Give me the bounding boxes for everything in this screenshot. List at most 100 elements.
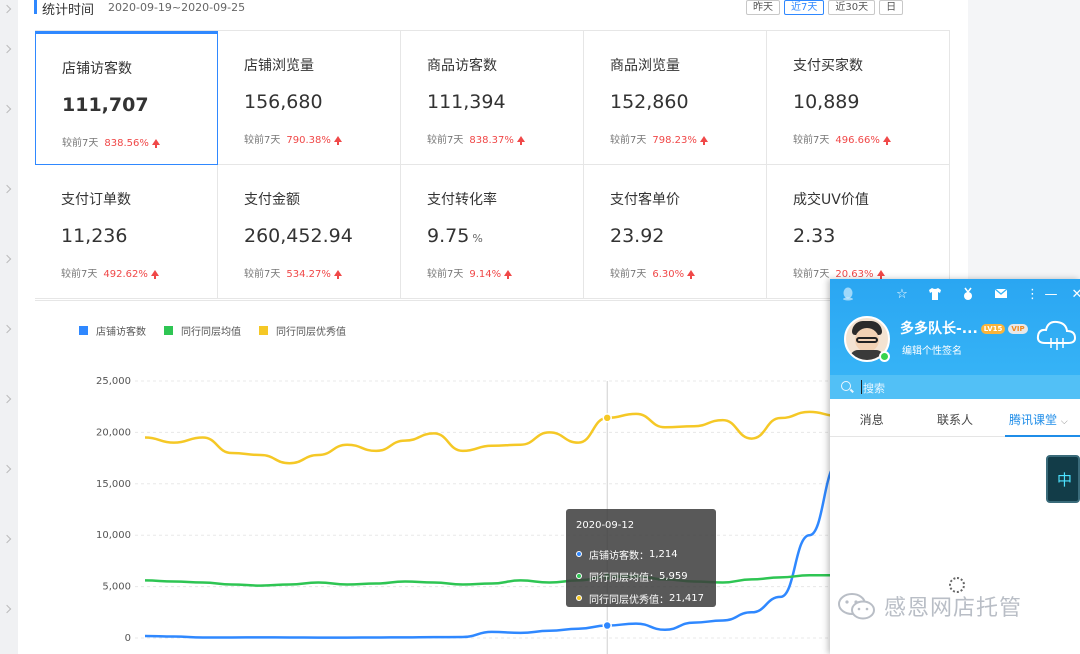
qq-title-left <box>840 286 873 304</box>
star-icon[interactable]: ☆ <box>894 287 910 303</box>
metric-card[interactable]: 支付客单价 23.92 较前7天 6.30% <box>584 165 767 299</box>
signature-field[interactable]: 编辑个性签名 <box>902 342 962 357</box>
y-tick-label: 20,000 <box>96 427 131 438</box>
metric-cards: 店铺访客数 111,707 较前7天 838.56% 店铺浏览量 156,680 … <box>35 30 950 299</box>
compare-label: 较前7天 <box>610 135 647 146</box>
minimize-icon[interactable]: — <box>1043 287 1059 303</box>
metric-card[interactable]: 商品浏览量 152,860 较前7天 798.23% <box>584 31 767 165</box>
period-7days-button[interactable]: 近7天 <box>784 0 825 15</box>
tab-contacts[interactable]: 联系人 <box>913 399 996 436</box>
series-line-0[interactable] <box>144 374 926 639</box>
tab-messages[interactable]: 消息 <box>830 399 913 436</box>
tooltip-value: 1,214 <box>649 548 678 560</box>
line-chart[interactable]: 0 5,000 10,000 15,000 20,000 25,000 <box>35 301 950 654</box>
y-tick-label: 15,000 <box>96 479 131 490</box>
metric-card[interactable]: 支付订单数 11,236 较前7天 492.62% <box>35 165 218 299</box>
metric-value-number: 9.75 <box>427 225 470 247</box>
metric-compare: 较前7天 790.38% <box>244 131 342 146</box>
metric-label: 支付金额 <box>244 192 300 208</box>
chevron-icon <box>2 254 12 264</box>
metric-label: 支付订单数 <box>61 192 131 208</box>
qq-search-bar[interactable]: 搜索 <box>830 375 1080 399</box>
close-icon[interactable]: ✕ <box>1069 287 1080 303</box>
more-icon[interactable]: ⋮ <box>1026 287 1039 303</box>
metric-value: 152,860 <box>610 91 689 113</box>
arrow-up-icon <box>876 270 885 279</box>
metric-card[interactable]: 支付金额 260,452.94 较前7天 534.27% <box>218 165 401 299</box>
change-percent: 9.14% <box>469 269 502 280</box>
mail-icon[interactable] <box>993 287 1009 303</box>
arrow-up-icon <box>882 136 891 145</box>
metric-compare: 较前7天 20.63% <box>793 265 885 280</box>
change-percent: 492.62% <box>103 269 148 280</box>
title-accent-bar <box>34 0 37 14</box>
metric-value: 2.33 <box>793 225 836 247</box>
compare-label: 较前7天 <box>793 269 830 280</box>
metric-card[interactable]: 店铺浏览量 156,680 较前7天 790.38% <box>218 31 401 165</box>
series-line-1[interactable] <box>144 574 926 587</box>
metric-card[interactable]: 支付转化率 9.75% 较前7天 9.14% <box>401 165 584 299</box>
search-input[interactable]: 搜索 <box>863 380 885 396</box>
hover-point[interactable] <box>602 620 612 631</box>
compare-label: 较前7天 <box>62 138 99 149</box>
qq-tabs: 消息 联系人 腾讯课堂 ⌵ <box>830 399 1080 437</box>
metric-label: 支付客单价 <box>610 192 680 208</box>
change-percent: 496.66% <box>835 135 880 146</box>
qq-penguin-icon <box>840 287 856 303</box>
metric-value: 10,889 <box>793 91 860 113</box>
tab-label: 腾讯课堂 <box>1008 413 1057 427</box>
left-rail <box>0 0 18 654</box>
change-percent: 534.27% <box>286 269 331 280</box>
tooltip-dot <box>576 573 582 579</box>
metric-label: 支付买家数 <box>793 58 863 74</box>
qq-nickname[interactable]: 多多队长-... LV15 VIP <box>900 318 1028 338</box>
metric-compare: 较前7天 798.23% <box>610 131 708 146</box>
metric-unit: % <box>472 232 483 245</box>
period-day-button[interactable]: 日 <box>879 0 904 15</box>
tooltip-value: 5,959 <box>659 570 688 582</box>
metric-card[interactable]: 支付买家数 10,889 较前7天 496.66% <box>767 31 950 165</box>
course-thumbnail[interactable]: 中 <box>1046 455 1080 503</box>
arrow-up-icon <box>150 270 159 279</box>
period-30days-button[interactable]: 近30天 <box>828 0 876 15</box>
qq-title-toolbar: ☆ ⋮ — ✕ <box>894 286 1080 304</box>
nickname-text: 多多队长-... <box>900 321 978 337</box>
metric-value: 11,236 <box>61 225 128 247</box>
y-tick-label: 5,000 <box>102 582 131 593</box>
tooltip-value: 21,417 <box>669 592 704 604</box>
change-percent: 798.23% <box>652 135 697 146</box>
vip-badge: VIP <box>1008 324 1028 334</box>
chevron-icon <box>2 394 12 404</box>
change-percent: 6.30% <box>652 269 685 280</box>
compare-label: 较前7天 <box>244 269 281 280</box>
metric-compare: 较前7天 9.14% <box>427 265 513 280</box>
period-yesterday-button[interactable]: 昨天 <box>746 0 780 15</box>
metric-value: 111,394 <box>427 91 506 113</box>
chevron-down-icon: ⌵ <box>1060 417 1068 427</box>
chevron-icon <box>2 604 12 614</box>
metric-label: 支付转化率 <box>427 192 497 208</box>
metric-value: 260,452.94 <box>244 225 353 247</box>
metric-card[interactable]: 商品访客数 111,394 较前7天 838.37% <box>401 31 584 165</box>
wechat-logo-icon <box>838 593 875 620</box>
arrow-up-icon <box>687 270 696 279</box>
metric-card[interactable]: 店铺访客数 111,707 较前7天 838.56% <box>35 31 218 165</box>
medal-icon[interactable] <box>960 287 976 303</box>
series-line-2[interactable] <box>144 410 926 465</box>
online-status-icon[interactable] <box>879 351 890 362</box>
watermark: 感恩网店托管 <box>836 590 1022 622</box>
tooltip-row: 同行同层均值： 5,959 <box>576 565 706 587</box>
arrow-up-icon <box>333 136 342 145</box>
tooltip-label: 同行同层优秀值： <box>589 594 669 606</box>
text-cursor <box>861 380 862 394</box>
chevron-icon <box>2 324 12 334</box>
metric-label: 成交UV价值 <box>793 192 869 208</box>
change-percent: 790.38% <box>286 135 331 146</box>
hover-point[interactable] <box>602 413 612 423</box>
y-tick-label: 25,000 <box>96 376 131 387</box>
weather-cloud-icon[interactable] <box>1035 317 1077 351</box>
tab-tencent-classroom[interactable]: 腾讯课堂 ⌵ <box>997 399 1080 437</box>
compare-label: 较前7天 <box>244 135 281 146</box>
level-badge: LV15 <box>980 324 1006 334</box>
shirt-icon[interactable] <box>927 287 943 303</box>
